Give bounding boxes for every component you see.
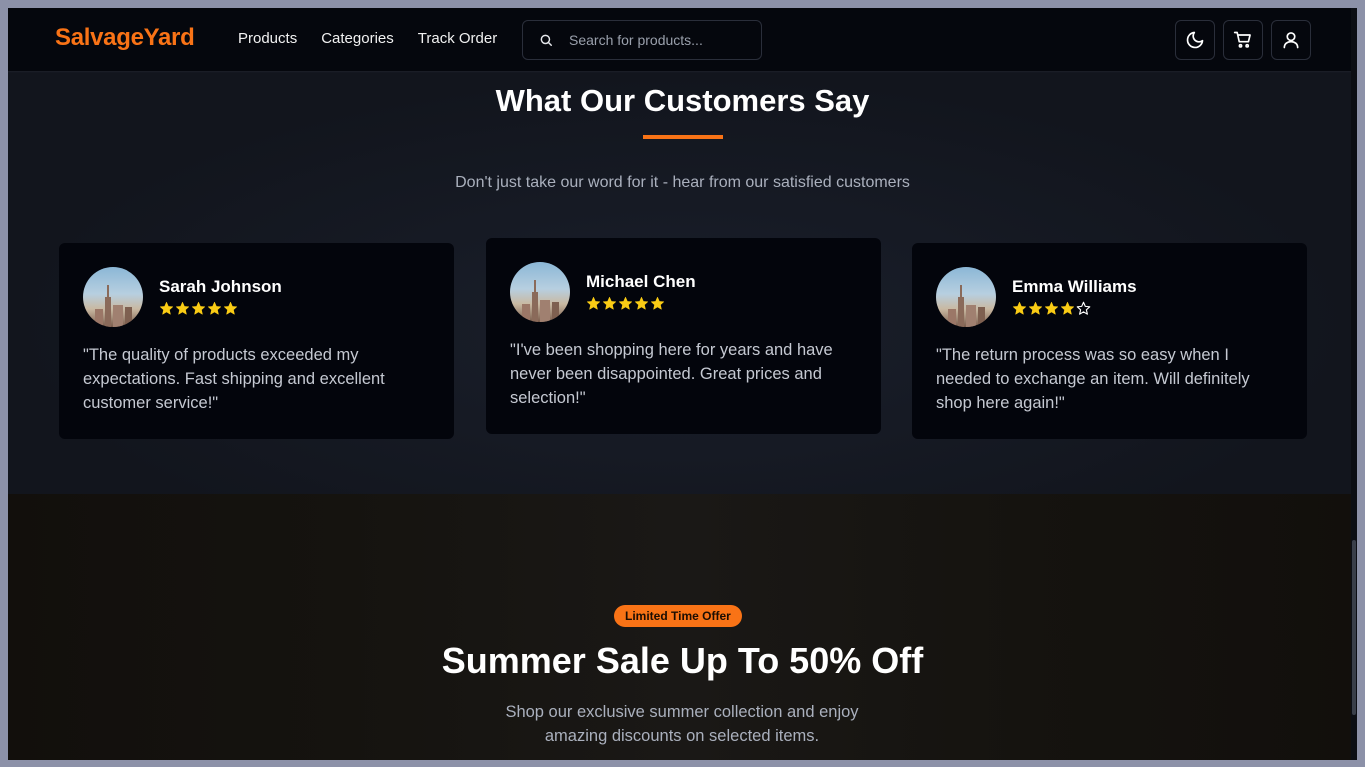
testimonials-subtitle: Don't just take our word for it - hear f… (455, 174, 910, 191)
star-filled-icon (191, 301, 206, 315)
search-icon (540, 34, 552, 46)
nav-track-order[interactable]: Track Order (418, 30, 497, 47)
customer-name: Emma Williams (1012, 277, 1137, 296)
site-logo[interactable]: SalvageYard (55, 24, 195, 52)
customer-name: Michael Chen (586, 272, 696, 291)
sale-title: Summer Sale Up To 50% Off (441, 640, 924, 681)
cart-button[interactable] (1223, 20, 1263, 60)
testimonial-card: Sarah Johnson "The quality of products e… (59, 243, 454, 439)
customer-name: Sarah Johnson (159, 277, 282, 296)
cart-icon (1233, 31, 1251, 48)
avatar (510, 262, 570, 322)
star-filled-icon (175, 301, 190, 315)
testimonial-card: Emma Williams "The return process was so… (912, 243, 1307, 439)
testimonials-section: What Our Customers Say Don't just take o… (8, 73, 1357, 494)
title-underline (643, 135, 723, 139)
nav-categories[interactable]: Categories (321, 30, 394, 47)
avatar (936, 267, 996, 327)
account-button[interactable] (1271, 20, 1311, 60)
testimonial-quote: "I've been shopping here for years and h… (510, 341, 833, 407)
star-filled-icon (650, 296, 665, 310)
nav-products[interactable]: Products (238, 30, 297, 47)
user-icon (1283, 32, 1299, 49)
avatar (83, 267, 143, 327)
testimonial-quote: "The quality of products exceeded my exp… (83, 346, 385, 412)
theme-toggle-button[interactable] (1175, 20, 1215, 60)
testimonials-title: What Our Customers Say (495, 83, 870, 118)
sale-description: Shop our exclusive summer collection and… (505, 703, 859, 745)
site-header: SalvageYard Products Categories Track Or… (8, 8, 1357, 72)
page-scrollbar[interactable] (1351, 8, 1357, 760)
star-empty-icon (1076, 301, 1091, 315)
star-filled-icon (1028, 301, 1043, 315)
star-filled-icon (586, 296, 601, 310)
star-filled-icon (1060, 301, 1075, 315)
star-filled-icon (223, 301, 238, 315)
star-filled-icon (1012, 301, 1027, 315)
sale-banner: Limited Time Offer Summer Sale Up To 50%… (8, 494, 1357, 760)
star-filled-icon (207, 301, 222, 315)
star-rating (586, 296, 665, 311)
testimonial-card: Michael Chen "I've been shopping here fo… (486, 238, 881, 434)
star-filled-icon (634, 296, 649, 310)
search-input[interactable] (569, 32, 749, 48)
offer-badge: Limited Time Offer (614, 605, 742, 627)
star-filled-icon (618, 296, 633, 310)
scrollbar-thumb[interactable] (1352, 540, 1356, 715)
search-box (522, 20, 762, 60)
testimonial-quote: "The return process was so easy when I n… (936, 346, 1250, 412)
star-filled-icon (159, 301, 174, 315)
browser-window: SalvageYard Products Categories Track Or… (8, 8, 1357, 760)
star-rating (1012, 301, 1091, 316)
star-rating (159, 301, 238, 316)
moon-icon (1186, 31, 1204, 49)
star-filled-icon (602, 296, 617, 310)
star-filled-icon (1044, 301, 1059, 315)
main-nav: Products Categories Track Order (238, 30, 497, 47)
